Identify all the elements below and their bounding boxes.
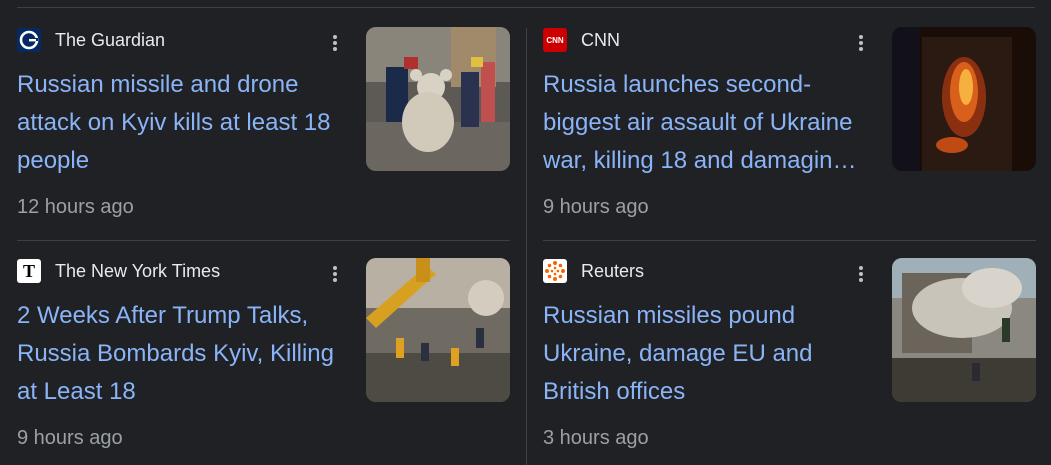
- headline-line: 2 Weeks After Trump Talks,: [17, 302, 309, 329]
- source-name: The New York Times: [55, 260, 221, 281]
- headline-link[interactable]: Russian missiles pound Ukraine, damage E…: [543, 297, 883, 411]
- more-options-icon[interactable]: [854, 262, 868, 286]
- svg-text:CNN: CNN: [546, 36, 564, 45]
- headline-link[interactable]: Russia launches second- biggest air assa…: [543, 66, 883, 180]
- headline-line: Russia launches second-: [543, 71, 812, 98]
- rescue-workers-with-teddy-bear-image[interactable]: [366, 27, 510, 171]
- smoking-ruined-building-image[interactable]: [892, 258, 1036, 402]
- headline-line: Russian missile and drone: [17, 71, 299, 98]
- headline-line: British offices: [543, 378, 686, 405]
- nyt-t-logo: T: [17, 259, 41, 283]
- source: The Guardian: [17, 28, 166, 52]
- source-name: CNN: [581, 29, 620, 50]
- headline-line: at Least 18: [17, 378, 136, 405]
- headline-line: attack on Kyiv kills at least 18: [17, 109, 331, 136]
- cnn-logo: CNN: [543, 28, 567, 52]
- source: CNN CNN: [543, 28, 620, 52]
- source: Reuters: [543, 259, 645, 283]
- headline-link[interactable]: Russian missile and drone attack on Kyiv…: [17, 66, 357, 180]
- timestamp: 9 hours ago: [543, 196, 649, 218]
- headline-line: Russian missiles pound: [543, 302, 796, 329]
- source-name: The Guardian: [55, 29, 166, 50]
- timestamp: 9 hours ago: [17, 427, 123, 449]
- svg-text:T: T: [23, 261, 35, 281]
- burning-building-night-image[interactable]: [892, 27, 1036, 171]
- headline-link[interactable]: 2 Weeks After Trump Talks, Russia Bombar…: [17, 297, 357, 411]
- headline-line: Russia Bombards Kyiv, Killing: [17, 340, 335, 367]
- timestamp: 12 hours ago: [17, 196, 134, 218]
- column-divider: [526, 28, 527, 465]
- news-card-cnn[interactable]: CNN CNN Russia launches second- biggest …: [543, 9, 1036, 229]
- source-name: Reuters: [581, 260, 645, 281]
- reuters-dots-logo: [543, 259, 567, 283]
- news-card-reuters[interactable]: Reuters Russian missiles pound Ukraine, …: [543, 240, 1036, 460]
- news-card-nyt[interactable]: T The New York Times 2 Weeks After Trump…: [17, 240, 510, 460]
- top-divider: [17, 7, 1035, 8]
- guardian-g-logo: [17, 28, 41, 52]
- excavator-rubble-image[interactable]: [366, 258, 510, 402]
- news-card-guardian[interactable]: The Guardian Russian missile and drone a…: [17, 9, 510, 229]
- headline-line: biggest air assault of Ukraine: [543, 109, 853, 136]
- headline-line: war, killing 18 and damagin…: [543, 147, 857, 174]
- more-options-icon[interactable]: [328, 262, 342, 286]
- source: T The New York Times: [17, 259, 221, 283]
- timestamp: 3 hours ago: [543, 427, 649, 449]
- more-options-icon[interactable]: [854, 31, 868, 55]
- more-options-icon[interactable]: [328, 31, 342, 55]
- headline-line: Ukraine, damage EU and: [543, 340, 813, 367]
- headline-line: people: [17, 147, 90, 174]
